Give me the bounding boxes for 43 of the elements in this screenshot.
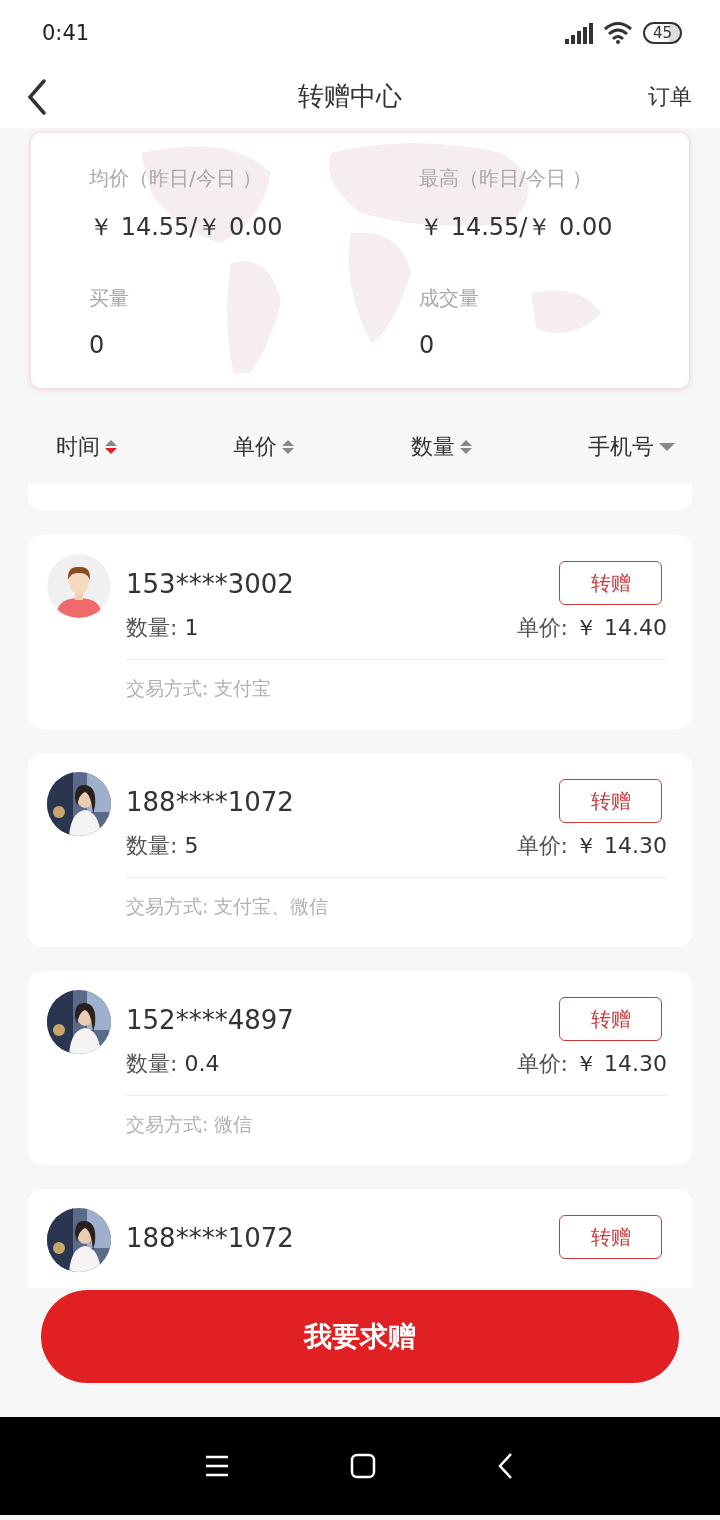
quantity-text: 数量: 0.4 <box>126 1050 220 1078</box>
sort-label: 数量 <box>410 433 455 461</box>
quantity-text: 数量: 5 <box>126 832 199 860</box>
phone-number: 152****4897 <box>126 1005 294 1035</box>
stat-value: 0 <box>419 331 436 359</box>
battery-level: 45 <box>642 21 682 44</box>
stat-label: 均价（昨日/今日 ） <box>89 165 264 192</box>
sort-tab[interactable]: 手机号 <box>588 432 676 462</box>
orders-link[interactable]: 订单 <box>648 81 692 112</box>
avatar-icon <box>47 554 111 618</box>
payment-method: 交易方式: 支付宝 <box>126 676 273 701</box>
quantity-text: 数量: 1 <box>126 614 199 642</box>
page-title: 转赠中心 <box>297 80 403 113</box>
sort-label: 单价 <box>233 433 278 461</box>
stat-value: 0 <box>89 331 106 359</box>
menu-icon[interactable] <box>204 1454 230 1478</box>
stat-label: 买量 <box>89 285 130 312</box>
wifi-icon <box>602 20 633 45</box>
signal-icon <box>562 20 593 45</box>
stat-value: ￥ 14.55/￥ 0.00 <box>89 212 284 243</box>
payment-method: 交易方式: 支付宝、微信 <box>126 894 330 919</box>
payment-method: 交易方式: 微信 <box>126 1112 254 1137</box>
stat-value: ￥ 14.55/￥ 0.00 <box>419 212 614 243</box>
give-button[interactable]: 转赠 <box>559 997 662 1041</box>
give-button[interactable]: 转赠 <box>559 1215 662 1259</box>
price-text: 单价: ￥ 14.30 <box>516 1050 667 1078</box>
phone-number: 188****1072 <box>126 1223 294 1253</box>
phone-number: 188****1072 <box>126 787 294 817</box>
sort-tab[interactable]: 单价 <box>233 432 296 462</box>
home-icon[interactable] <box>350 1453 376 1479</box>
phone-number: 153****3002 <box>126 569 294 599</box>
sort-tab[interactable]: 数量 <box>410 432 473 462</box>
stat-label: 成交量 <box>419 285 480 312</box>
status-time: 0:41 <box>42 20 90 45</box>
give-button[interactable]: 转赠 <box>559 561 662 605</box>
price-text: 单价: ￥ 14.40 <box>516 614 667 642</box>
sort-label: 手机号 <box>588 433 654 461</box>
request-gift-button[interactable]: 我要求赠 <box>41 1290 679 1383</box>
sort-tab[interactable]: 时间 <box>56 432 118 462</box>
sort-label: 时间 <box>56 433 100 461</box>
stat-label: 最高（昨日/今日 ） <box>419 165 594 192</box>
give-button[interactable]: 转赠 <box>559 779 662 823</box>
price-text: 单价: ￥ 14.30 <box>516 832 667 860</box>
